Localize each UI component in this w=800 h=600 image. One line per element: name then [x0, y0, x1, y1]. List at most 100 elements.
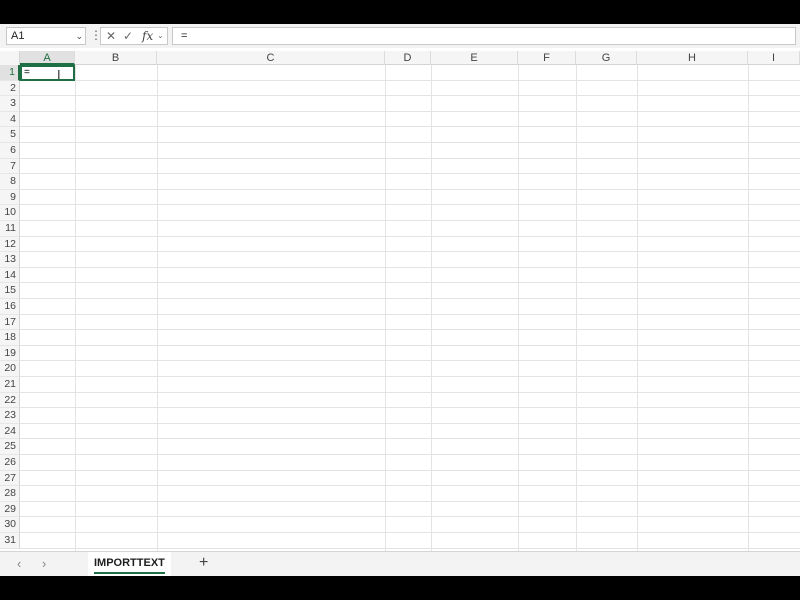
row-header-30[interactable]: 30 [0, 517, 20, 533]
formula-bar: A1 ⌄ ⋮ ✕ ✓ fx ⌄ = [0, 24, 800, 48]
gridline-horizontal [20, 391, 800, 393]
gridline-horizontal [20, 500, 800, 502]
row-header-19[interactable]: 19 [0, 345, 20, 362]
column-header-a[interactable]: A [20, 51, 75, 65]
row-header-4[interactable]: 4 [0, 111, 20, 128]
row-header-10[interactable]: 10 [0, 205, 20, 221]
gridline-horizontal [20, 407, 800, 409]
gridline-vertical [75, 65, 76, 551]
spreadsheet-app: A1 ⌄ ⋮ ✕ ✓ fx ⌄ = ABCDEFGHI 1 2 3 4 5 6 7 8 9 10 1… [0, 24, 800, 576]
gridline-vertical [431, 65, 432, 551]
text-cursor-icon: I [57, 67, 61, 82]
more-options-icon[interactable]: ⋮ [90, 27, 102, 45]
gridline-horizontal [20, 110, 800, 112]
cancel-icon[interactable]: ✕ [106, 28, 116, 44]
row-header-14[interactable]: 14 [0, 267, 20, 284]
gridline-horizontal [20, 469, 800, 471]
row-header-18[interactable]: 18 [0, 330, 20, 346]
gridline-vertical [637, 65, 638, 551]
column-header-b[interactable]: B [75, 51, 157, 65]
column-header-g[interactable]: G [576, 51, 637, 65]
column-header-h[interactable]: H [637, 51, 748, 65]
row-header-8[interactable]: 8 [0, 174, 20, 190]
row-header-7[interactable]: 7 [0, 158, 20, 175]
insert-function-icon[interactable]: fx [142, 28, 153, 44]
gridline-horizontal [20, 329, 800, 331]
row-header-2[interactable]: 2 [0, 80, 20, 97]
gridline-horizontal [20, 485, 800, 487]
gridline-horizontal [20, 438, 800, 440]
gridline-horizontal [20, 313, 800, 315]
active-cell[interactable]: = I [20, 65, 75, 81]
chevron-down-icon[interactable]: ⌄ [75, 28, 83, 44]
gridline-horizontal [20, 251, 800, 253]
row-header-13[interactable]: 13 [0, 252, 20, 268]
column-header-d[interactable]: D [385, 51, 431, 65]
row-header-17[interactable]: 17 [0, 314, 20, 331]
gridline-horizontal [20, 422, 800, 424]
gridline-vertical [748, 65, 749, 551]
gridline-horizontal [20, 376, 800, 377]
name-box[interactable]: A1 ⌄ [6, 27, 86, 45]
sheet-tab-label: IMPORTTEXT [94, 557, 165, 569]
row-header-9[interactable]: 9 [0, 189, 20, 206]
gridline-horizontal [20, 298, 800, 299]
row-header-21[interactable]: 21 [0, 377, 20, 393]
gridline-horizontal [20, 344, 800, 346]
formula-actions: ✕ ✓ fx ⌄ [100, 27, 168, 45]
chevron-left-icon[interactable]: ‹ [17, 556, 21, 571]
row-header-26[interactable]: 26 [0, 455, 20, 471]
row-header-20[interactable]: 20 [0, 361, 20, 377]
gridline-horizontal [20, 173, 800, 175]
row-header-27[interactable]: 27 [0, 470, 20, 487]
row-header-1[interactable]: 1 [0, 65, 20, 81]
row-header-5[interactable]: 5 [0, 127, 20, 143]
row-header-23[interactable]: 23 [0, 408, 20, 424]
gridline-horizontal [20, 360, 800, 362]
row-header-15[interactable]: 15 [0, 283, 20, 299]
row-header-11[interactable]: 11 [0, 221, 20, 237]
gridline-horizontal [20, 95, 800, 97]
gridline-vertical [518, 65, 519, 551]
gridline-horizontal [20, 79, 800, 81]
active-tab-indicator [94, 572, 165, 574]
gridline-horizontal [20, 188, 800, 190]
row-header-29[interactable]: 29 [0, 501, 20, 518]
column-header-i[interactable]: I [748, 51, 800, 65]
row-header-28[interactable]: 28 [0, 486, 20, 502]
gridline-horizontal [20, 532, 800, 533]
row-header-16[interactable]: 16 [0, 299, 20, 315]
gridline-horizontal [20, 142, 800, 143]
gridline-vertical [385, 65, 386, 551]
column-headers: ABCDEFGHI [0, 51, 800, 65]
add-sheet-icon[interactable]: + [199, 554, 208, 572]
gridline-horizontal [20, 282, 800, 284]
row-header-22[interactable]: 22 [0, 392, 20, 409]
row-header-3[interactable]: 3 [0, 96, 20, 112]
select-all-corner[interactable] [0, 51, 20, 65]
gridline-vertical [157, 65, 158, 551]
gridline-vertical [576, 65, 577, 551]
formula-input[interactable]: = [172, 27, 796, 45]
sheet-tab-importtext[interactable]: IMPORTTEXT [88, 552, 171, 576]
gridline-horizontal [20, 235, 800, 237]
row-header-6[interactable]: 6 [0, 143, 20, 159]
sheet-bar: ‹ › IMPORTTEXT + [0, 551, 800, 576]
gridline-horizontal [20, 516, 800, 518]
gridline-horizontal [20, 266, 800, 268]
chevron-right-icon[interactable]: › [42, 556, 46, 571]
column-header-f[interactable]: F [518, 51, 576, 65]
row-header-25[interactable]: 25 [0, 439, 20, 455]
chevron-down-icon[interactable]: ⌄ [157, 28, 164, 44]
row-header-12[interactable]: 12 [0, 236, 20, 253]
gridline-horizontal [20, 126, 800, 128]
cells-area[interactable]: = I [20, 65, 800, 551]
gridline-horizontal [20, 547, 800, 549]
enter-icon[interactable]: ✓ [123, 28, 133, 44]
column-header-e[interactable]: E [431, 51, 518, 65]
row-header-31[interactable]: 31 [0, 533, 20, 549]
column-header-c[interactable]: C [157, 51, 385, 65]
cell-grid: ABCDEFGHI 1 2 3 4 5 6 7 8 9 10 11 12 13 14 15 16 17 18 19 2… [0, 51, 800, 551]
row-header-24[interactable]: 24 [0, 423, 20, 440]
gridline-horizontal [20, 454, 800, 455]
